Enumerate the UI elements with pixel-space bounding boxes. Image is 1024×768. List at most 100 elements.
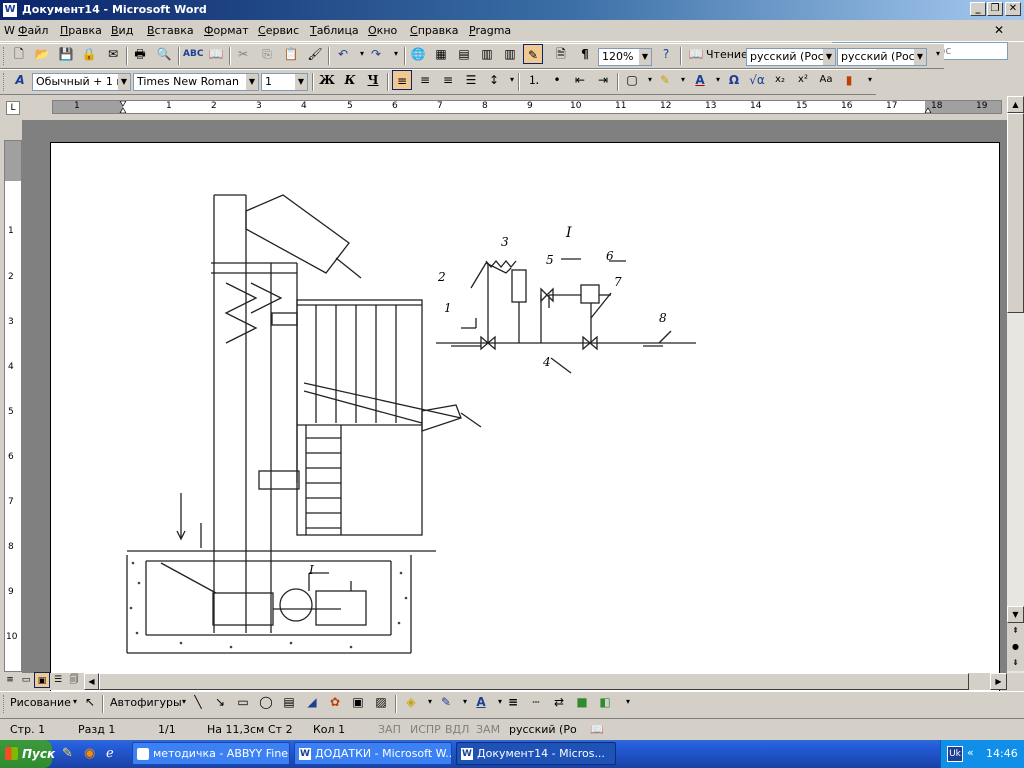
word-app-icon[interactable]: W [3,3,17,17]
arrow-style-icon[interactable]: ⇄ [549,692,569,712]
menu-edit[interactable]: Правка [60,24,102,37]
reading-button[interactable]: Чтение [706,48,748,61]
menu-pragma[interactable]: Pragma [469,24,511,37]
underline-button[interactable]: Ч [363,70,383,90]
italic-button[interactable]: К [340,70,360,90]
diagram-icon[interactable]: ✿ [325,692,345,712]
line-spacing-icon[interactable]: ↕ [484,70,504,90]
subscript-icon[interactable]: x₂ [770,70,790,90]
toolbar-options-2-icon[interactable]: ▾ [860,70,880,90]
spelling-status-icon[interactable]: 📖 [590,723,604,736]
status-rec[interactable]: ЗАП [378,723,401,736]
previous-page-icon[interactable]: ⇞ [1007,623,1024,639]
quick-launch-ie-icon[interactable]: ℯ [106,746,114,761]
scroll-left-icon[interactable]: ◀ [84,673,99,690]
format-painter-icon[interactable]: 🖌 [305,44,325,64]
autoshapes-button[interactable]: Автофигуры [110,696,182,709]
print-preview-icon[interactable]: 🔍 [154,44,174,64]
insert-excel-icon[interactable]: ▥ [477,44,497,64]
scroll-up-icon[interactable]: ▲ [1007,96,1024,113]
technical-drawing[interactable] [51,143,1001,674]
fill-color-icon[interactable]: ◈ [401,692,421,712]
redo-icon[interactable]: ↷ [366,44,386,64]
dash-style-icon[interactable]: ┄ [526,692,546,712]
hyperlink-icon[interactable]: 🌐 [408,44,428,64]
numbering-icon[interactable]: ⒈ [524,70,544,90]
new-document-icon[interactable]: 🗋 [9,44,29,64]
menu-file[interactable]: Файл [18,24,48,37]
draw-toolbar-options-icon[interactable]: ▾ [618,692,638,712]
web-view-icon[interactable]: ▭ [18,672,34,688]
reading-icon[interactable]: 📖 [686,44,706,64]
justify-icon[interactable]: ☰ [461,70,481,90]
scroll-down-icon[interactable]: ▼ [1007,606,1024,623]
save-icon[interactable]: 💾 [56,44,76,64]
paste-icon[interactable]: 📋 [281,44,301,64]
align-left-icon[interactable]: ≡ [392,70,412,90]
vertical-scrollbar[interactable]: ▲ ▼ ⇞ ● ⇟ [1007,96,1024,673]
menu-icon[interactable]: W [4,24,15,37]
toolbar-options-icon[interactable]: ▾ [928,44,948,64]
language-select-2[interactable]: русский (Росс ▼ [837,48,927,66]
menu-format[interactable]: Формат [204,24,249,37]
draw-menu-button[interactable]: Рисование [10,696,71,709]
picture-icon[interactable]: ▨ [371,692,391,712]
increase-indent-icon[interactable]: ⇥ [593,70,613,90]
menu-insert[interactable]: Вставка [147,24,194,37]
shadow-icon[interactable]: ■ [572,692,592,712]
select-objects-icon[interactable]: ↖ [80,692,100,712]
redo-dropdown-icon[interactable]: ▾ [386,44,406,64]
styles-pane-icon[interactable]: A [10,70,30,90]
change-case-icon[interactable]: Aa [816,70,836,90]
open-icon[interactable]: 📂 [32,44,52,64]
task-abbyy[interactable]: методичка - ABBYY Fine... [132,742,290,765]
status-ext[interactable]: ВДЛ [445,723,469,736]
menu-table[interactable]: Таблица [310,24,359,37]
quick-launch-media-icon[interactable]: ◉ [84,746,95,761]
superscript-icon[interactable]: x² [793,70,813,90]
borders-icon[interactable]: ▢ [622,70,642,90]
menu-help[interactable]: Справка [410,24,458,37]
tray-expand-icon[interactable]: « [967,746,974,759]
horizontal-ruler[interactable]: 1 1 2 3 4 5 6 7 8 9 10 11 12 13 14 15 16… [52,100,1002,114]
permission-icon[interactable]: 🔒 [79,44,99,64]
columns-icon[interactable]: ▥ [500,44,520,64]
font-select[interactable]: Times New Roman ▼ [133,73,259,91]
equation-icon[interactable]: √α [747,70,767,90]
next-page-icon[interactable]: ⇟ [1007,655,1024,671]
task-dodatki[interactable]: W ДОДАТКИ - Microsoft W... [294,742,452,765]
status-trk[interactable]: ИСПР [410,723,441,736]
restore-button[interactable]: ❐ [987,2,1003,16]
status-ovr[interactable]: ЗАМ [476,723,500,736]
line-color-icon[interactable]: ✎ [436,692,456,712]
line-style-icon[interactable]: ≡ [503,692,523,712]
font-size-select[interactable]: 1 ▼ [261,73,308,91]
tables-borders-icon[interactable]: ▦ [431,44,451,64]
insert-table-icon[interactable]: ▤ [454,44,474,64]
align-center-icon[interactable]: ≡ [415,70,435,90]
bullets-icon[interactable]: • [547,70,567,90]
email-icon[interactable]: ✉ [103,44,123,64]
wordart-icon[interactable]: ◢ [302,692,322,712]
chart-icon[interactable]: ▮ [839,70,859,90]
tab-selector[interactable]: L [6,101,20,115]
reading-view-icon[interactable]: 🗐 [66,672,82,688]
menu-view[interactable]: Вид [111,24,133,37]
arrow-icon[interactable]: ↘ [210,692,230,712]
document-page[interactable]: I 2 3 5 6 7 1 8 4 I [50,142,1000,702]
symbol-icon[interactable]: Ω [724,70,744,90]
draw-font-color-icon[interactable]: A [471,692,491,712]
drawing-toggle-icon[interactable]: ✎ [523,44,543,64]
menu-window[interactable]: Окно [368,24,397,37]
3d-icon[interactable]: ◧ [595,692,615,712]
scroll-right-icon[interactable]: ▶ [990,673,1007,690]
highlight-icon[interactable]: ✎ [655,70,675,90]
start-button[interactable]: Пуск [0,740,55,768]
horizontal-scroll-thumb[interactable] [99,673,969,690]
align-right-icon[interactable]: ≡ [438,70,458,90]
document-close-icon[interactable]: ✕ [994,23,1004,37]
textbox-icon[interactable]: ▤ [279,692,299,712]
close-button[interactable]: ✕ [1005,2,1021,16]
undo-icon[interactable]: ↶ [333,44,353,64]
browse-object-icon[interactable]: ● [1007,639,1024,655]
